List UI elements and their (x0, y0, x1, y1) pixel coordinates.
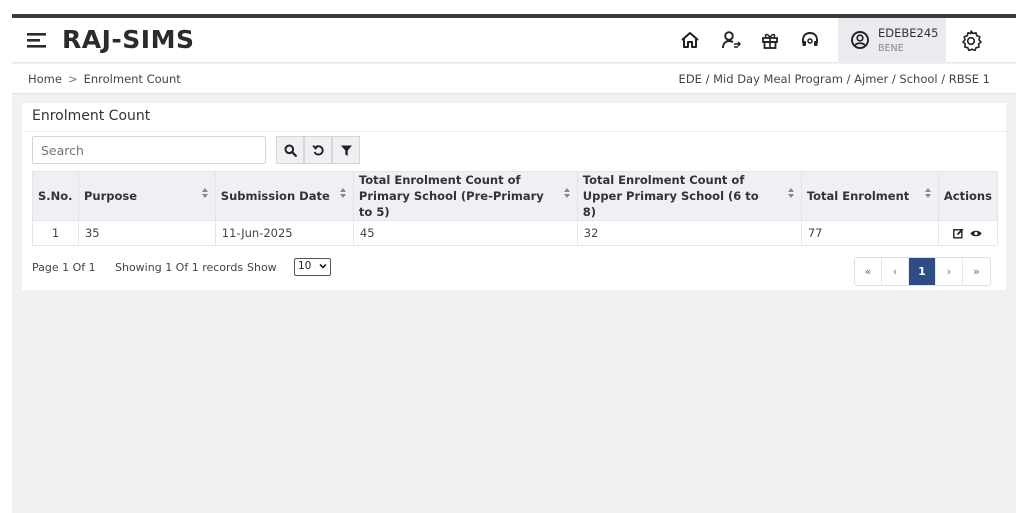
sort-icon (339, 188, 346, 198)
cell-actions (937, 220, 999, 246)
page-title: Enrolment Count (32, 108, 151, 124)
sort-icon (924, 188, 931, 198)
col-upper-count-label: Total Enrolment Count of Upper Primary S… (582, 173, 759, 219)
search-input[interactable] (32, 136, 266, 164)
search-icon (284, 144, 297, 157)
user-id: EDEBE245 (878, 26, 939, 40)
col-total-label: Total Enrolment (806, 189, 910, 203)
sort-icon (201, 188, 208, 198)
pagination: « ‹ 1 › » (854, 257, 991, 286)
gift-icon[interactable] (758, 28, 782, 52)
search-button[interactable] (276, 136, 304, 164)
records-info: Showing 1 Of 1 records (115, 261, 244, 274)
col-purpose-label: Purpose (83, 189, 138, 203)
home-icon[interactable] (678, 28, 702, 52)
view-icon[interactable] (970, 229, 982, 238)
chevron-down-icon (319, 263, 327, 269)
col-primary-count-label: Total Enrolment Count of Primary School … (358, 173, 544, 219)
user-role: BENE (878, 43, 904, 54)
sort-icon (787, 188, 794, 198)
col-submission-date-label: Submission Date (220, 189, 330, 203)
col-purpose[interactable]: Purpose (77, 171, 216, 221)
refresh-button[interactable] (304, 136, 332, 164)
col-actions: Actions (937, 171, 999, 221)
filter-icon (340, 145, 352, 156)
headset-icon[interactable] (798, 28, 822, 52)
gear-icon[interactable] (959, 28, 983, 52)
cell-submission-date: 11-Jun-2025 (214, 220, 354, 246)
breadcrumb-separator: > (67, 72, 78, 86)
breadcrumb-home[interactable]: Home (28, 72, 62, 86)
breadcrumb: Home > Enrolment Count (28, 72, 181, 86)
top-header: RAJ-SIMS EDEBE245 BENE (12, 18, 1016, 63)
cell-upper-count: 32 (576, 220, 802, 246)
col-upper-count[interactable]: Total Enrolment Count of Upper Primary S… (576, 171, 802, 221)
enrolment-table: S.No. Purpose Submission Date Total Enro… (32, 171, 999, 246)
context-path: EDE / Mid Day Meal Program / Ajmer / Sch… (678, 72, 990, 86)
page-info: Page 1 Of 1 (32, 261, 96, 274)
menu-icon[interactable] (26, 30, 48, 50)
user-switch-icon[interactable] (719, 28, 743, 52)
col-primary-count[interactable]: Total Enrolment Count of Primary School … (352, 171, 578, 221)
breadcrumb-current: Enrolment Count (83, 72, 181, 86)
enrolment-card: Enrolment Count S.No. Purpose Submission… (22, 103, 1006, 290)
first-page-button[interactable]: « (855, 258, 882, 285)
breadcrumb-bar: Home > Enrolment Count EDE / Mid Day Meal … (12, 64, 1016, 94)
cell-total: 77 (800, 220, 939, 246)
next-page-button[interactable]: › (936, 258, 963, 285)
col-sno: S.No. (32, 171, 79, 221)
sort-icon (563, 188, 570, 198)
filter-button[interactable] (332, 136, 360, 164)
show-label: Show (247, 261, 277, 274)
page-size-value: 10 (298, 260, 312, 272)
col-submission-date[interactable]: Submission Date (214, 171, 354, 221)
user-menu[interactable]: EDEBE245 BENE (838, 18, 946, 63)
table-header-row: S.No. Purpose Submission Date Total Enro… (32, 171, 999, 221)
app-title: RAJ-SIMS (62, 25, 195, 54)
last-page-button[interactable]: » (963, 258, 990, 285)
cell-purpose: 35 (77, 220, 216, 246)
table-row: 1 35 11-Jun-2025 45 32 77 (32, 220, 999, 246)
col-total[interactable]: Total Enrolment (800, 171, 939, 221)
app-frame: RAJ-SIMS EDEBE245 BENE Home > Enrolment Co… (12, 18, 1016, 513)
user-circle-icon (851, 31, 869, 49)
edit-icon[interactable] (953, 228, 964, 239)
page-size-select[interactable]: 10 (294, 258, 331, 276)
divider (22, 131, 1006, 132)
cell-sno: 1 (32, 220, 79, 246)
cell-primary-count: 45 (352, 220, 578, 246)
prev-page-button[interactable]: ‹ (882, 258, 909, 285)
page-1-button[interactable]: 1 (909, 258, 936, 285)
refresh-icon (311, 144, 324, 156)
